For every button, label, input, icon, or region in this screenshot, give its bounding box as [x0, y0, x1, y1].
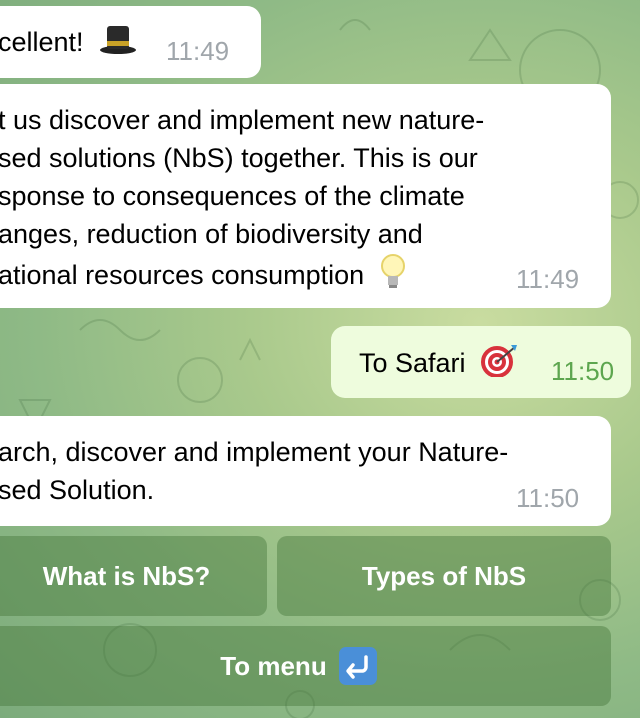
message-bubble-incoming: cellent! 11:49 [0, 6, 261, 78]
types-of-nbs-button[interactable]: Types of NbS [277, 536, 611, 616]
message-time: 11:50 [516, 483, 580, 513]
message-bubble-incoming: t us discover and implement new nature- … [0, 84, 611, 308]
message-line: ational resources consumption [0, 260, 365, 291]
message-line: arch, discover and implement your Nature… [0, 437, 509, 467]
message-line: anges, reduction of biodiversity and [0, 219, 423, 249]
message-time: 11:50 [551, 356, 615, 386]
top-hat-icon [99, 23, 137, 65]
message-line: t us discover and implement new nature- [0, 105, 485, 135]
message-bubble-outgoing: To Safari 11:50 [331, 326, 631, 398]
light-bulb-icon [380, 253, 406, 301]
message-text: cellent! [0, 27, 84, 58]
to-menu-button[interactable]: To menu [0, 626, 611, 706]
return-arrow-icon [338, 647, 377, 685]
message-line: sed solutions (NbS) together. This is ou… [0, 143, 478, 173]
what-is-nbs-button[interactable]: What is NbS? [0, 536, 267, 616]
message-text: To Safari [359, 348, 466, 379]
message-time: 11:49 [516, 264, 580, 294]
message-line: sponse to consequences of the climate [0, 181, 465, 211]
target-icon [481, 343, 519, 387]
message-line: sed Solution. [0, 475, 155, 505]
message-time: 11:49 [166, 36, 230, 66]
button-label: Types of NbS [361, 560, 527, 591]
button-label: To menu [220, 650, 327, 681]
button-label: What is NbS? [42, 560, 211, 591]
message-bubble-incoming: arch, discover and implement your Nature… [0, 416, 611, 526]
